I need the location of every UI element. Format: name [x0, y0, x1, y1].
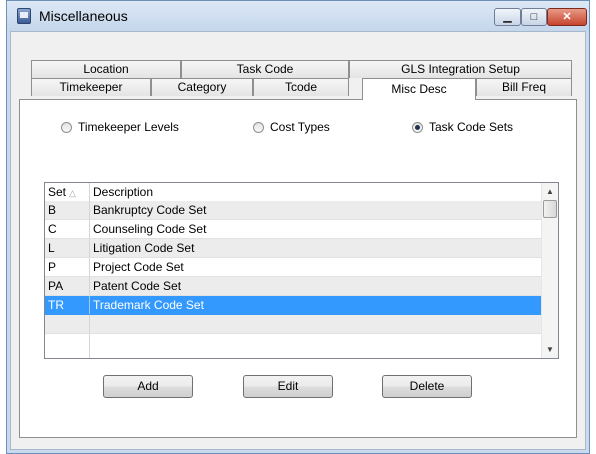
cell-set: L	[45, 239, 90, 257]
close-button[interactable]: ✕	[547, 8, 587, 26]
cell-set: PA	[45, 277, 90, 295]
scrollbar-thumb[interactable]	[543, 200, 557, 218]
tab-misc-desc[interactable]: Misc Desc	[362, 78, 476, 100]
table-row[interactable]: P Project Code Set	[45, 258, 541, 277]
cell-description: Bankruptcy Code Set	[93, 203, 207, 217]
maximize-button[interactable]: □	[521, 8, 547, 26]
tab-task-code[interactable]: Task Code	[181, 60, 349, 78]
sort-ascending-icon: △	[69, 188, 76, 198]
cell-description: Patent Code Set	[93, 279, 182, 293]
column-header-set[interactable]: Set △	[45, 183, 90, 201]
table-row-selected[interactable]: TR Trademark Code Set	[45, 296, 541, 315]
radio-label: Cost Types	[270, 120, 330, 134]
edit-button[interactable]: Edit	[243, 375, 333, 398]
radio-circle-icon	[61, 121, 72, 133]
tab-bill-freq[interactable]: Bill Freq	[476, 78, 572, 96]
table-row[interactable]: C Counseling Code Set	[45, 220, 541, 239]
cell-set	[45, 315, 90, 333]
empty-row[interactable]	[45, 315, 541, 334]
tab-timekeeper[interactable]: Timekeeper	[31, 78, 151, 96]
tab-tcode[interactable]: Tcode	[253, 78, 349, 96]
radio-circle-icon	[253, 121, 264, 133]
scroll-down-arrow-icon[interactable]: ▼	[542, 341, 558, 358]
cell-set: C	[45, 220, 90, 238]
cell-description: Trademark Code Set	[93, 298, 204, 312]
misc-desc-panel: Timekeeper Levels Cost Types Task Code S…	[19, 99, 577, 438]
column-header-description[interactable]: Description	[90, 183, 541, 201]
scroll-up-arrow-icon[interactable]: ▲	[542, 183, 558, 200]
radio-timekeeper-levels[interactable]: Timekeeper Levels	[61, 120, 179, 134]
tab-location[interactable]: Location	[31, 60, 181, 78]
table-row[interactable]: L Litigation Code Set	[45, 239, 541, 258]
app-icon	[17, 8, 31, 24]
miscellaneous-window: Miscellaneous ▁ □ ✕ Location Task Code G…	[6, 0, 590, 454]
radio-cost-types[interactable]: Cost Types	[253, 120, 330, 134]
grid-header: Set △ Description	[45, 183, 541, 202]
empty-row[interactable]	[45, 334, 541, 358]
cell-set: B	[45, 201, 90, 219]
tab-category[interactable]: Category	[151, 78, 253, 96]
cell-description: Counseling Code Set	[93, 222, 207, 236]
radio-label: Timekeeper Levels	[78, 120, 179, 134]
cell-set	[45, 334, 90, 358]
vertical-scrollbar[interactable]: ▲ ▼	[541, 183, 558, 358]
tab-gls-integration-setup[interactable]: GLS Integration Setup	[349, 60, 572, 78]
radio-label: Task Code Sets	[429, 120, 514, 134]
radio-selected-circle-icon	[412, 121, 423, 133]
table-row[interactable]: PA Patent Code Set	[45, 277, 541, 296]
cell-description	[90, 334, 541, 352]
minimize-button[interactable]: ▁	[494, 8, 521, 26]
cell-description	[90, 315, 541, 333]
cell-description: Project Code Set	[93, 260, 184, 274]
add-button[interactable]: Add	[103, 375, 193, 398]
delete-button[interactable]: Delete	[382, 375, 472, 398]
dialog-client-area: Location Task Code GLS Integration Setup…	[10, 31, 586, 450]
cell-set: TR	[45, 296, 90, 314]
cell-description: Litigation Code Set	[93, 241, 195, 255]
cell-set: P	[45, 258, 90, 276]
radio-task-code-sets[interactable]: Task Code Sets	[412, 120, 513, 134]
table-row[interactable]: B Bankruptcy Code Set	[45, 201, 541, 220]
code-set-grid[interactable]: Set △ Description B Bankruptcy Code Set C…	[44, 182, 559, 359]
title-bar[interactable]: Miscellaneous ▁ □ ✕	[7, 1, 589, 31]
window-title: Miscellaneous	[39, 8, 128, 24]
